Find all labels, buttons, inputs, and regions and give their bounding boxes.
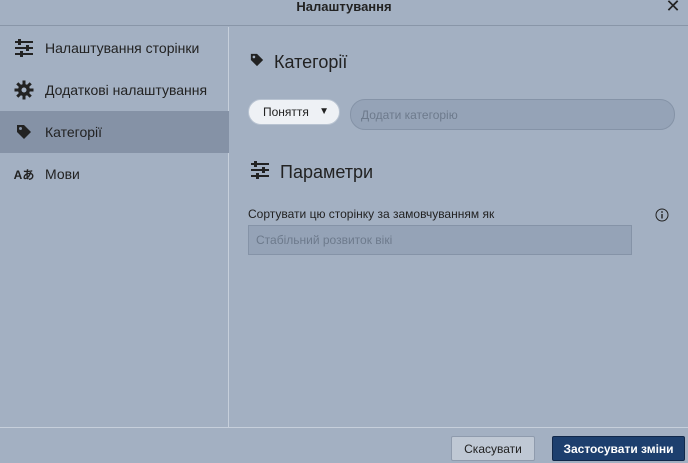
sidebar-item-languages[interactable]: Aあ Мови — [0, 153, 229, 195]
add-category-input[interactable]: Додати категорію — [350, 99, 675, 130]
sidebar-item-label: Налаштування сторінки — [45, 40, 200, 56]
language-icon: Aあ — [13, 167, 35, 182]
parameters-section-header: Параметри — [250, 161, 373, 184]
parameters-heading: Параметри — [280, 162, 374, 182]
default-sort-placeholder: Стабільний розвиток вікі — [256, 233, 393, 247]
chevron-down-icon: ▼ — [319, 106, 329, 117]
close-icon[interactable]: ✕ — [664, 0, 682, 15]
sidebar-item-label: Додаткові налаштування — [45, 82, 208, 98]
sort-label: Сортувати цю сторінку за замовчуванням я… — [248, 207, 495, 221]
category-type-select[interactable]: Поняття ▼ — [248, 99, 340, 125]
add-category-placeholder: Додати категорію — [361, 107, 458, 122]
apply-changes-button[interactable]: Застосувати зміни — [552, 436, 685, 461]
sidebar-item-advanced-settings[interactable]: Додаткові налаштування — [0, 69, 229, 111]
sidebar-item-categories[interactable]: Категорії — [0, 111, 229, 153]
categories-section-header: Категорії — [250, 52, 347, 73]
sliders-icon — [13, 37, 35, 59]
info-icon[interactable] — [655, 208, 669, 222]
dialog-title: Налаштування — [296, 0, 392, 14]
sliders-icon — [250, 161, 270, 184]
dialog-footer: Скасувати Застосувати зміни — [0, 427, 688, 463]
sidebar-item-label: Мови — [45, 166, 80, 182]
dialog-titlebar: Налаштування ✕ — [0, 0, 688, 26]
tag-icon — [13, 121, 35, 143]
cancel-button[interactable]: Скасувати — [451, 436, 535, 461]
sidebar-item-label: Категорії — [45, 124, 103, 140]
tag-icon — [250, 53, 264, 72]
categories-heading: Категорії — [274, 52, 348, 72]
sidebar-item-page-settings[interactable]: Налаштування сторінки — [0, 27, 229, 69]
default-sort-input[interactable]: Стабільний розвиток вікі — [248, 225, 632, 255]
gear-icon — [13, 79, 35, 101]
category-type-value: Поняття — [263, 105, 309, 119]
settings-content: Категорії Поняття ▼ Додати категорію Пар… — [230, 27, 688, 427]
settings-sidebar: Налаштування сторінки Додаткові налаштув — [0, 27, 229, 427]
